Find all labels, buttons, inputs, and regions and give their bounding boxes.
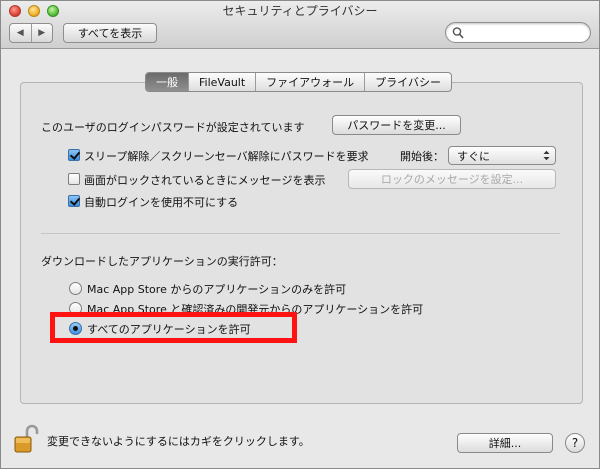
highlight-box (50, 312, 297, 343)
preferences-window: セキュリティとプライバシー ◀ ▶ すべてを表示 一般 FileVault ファ… (0, 0, 600, 469)
advanced-button[interactable]: 詳細... (457, 433, 553, 453)
show-message-label: 画面がロックされているときにメッセージを表示 (84, 174, 326, 187)
title-bar: セキュリティとプライバシー ◀ ▶ すべてを表示 (1, 1, 599, 49)
lock-instruction-text: 変更できないようにするにはカギをクリックします。 (47, 435, 310, 448)
back-forward-control: ◀ ▶ (9, 23, 53, 43)
disable-autologin-label: 自動ログインを使用不可にする (84, 196, 239, 209)
select-arrows-icon (543, 150, 550, 161)
tab-bar: 一般 FileVault ファイアウォール プライバシー (145, 72, 452, 92)
tab-privacy[interactable]: プライバシー (364, 73, 451, 91)
disable-autologin-checkbox[interactable] (68, 195, 80, 207)
help-button[interactable]: ? (565, 433, 585, 453)
unlocked-padlock-icon[interactable] (13, 424, 39, 454)
require-password-delay-select[interactable]: すぐに (448, 146, 556, 165)
show-message-checkbox[interactable] (68, 173, 80, 185)
require-password-after-label: 開始後： (400, 150, 444, 163)
change-password-button[interactable]: パスワードを変更... (332, 115, 461, 135)
tab-general[interactable]: 一般 (146, 73, 188, 91)
back-button[interactable]: ◀ (10, 24, 31, 42)
radio-app-store-only[interactable] (69, 282, 82, 295)
login-password-label: このユーザのログインパスワードが設定されています (41, 121, 305, 134)
search-icon (452, 27, 464, 39)
radio-app-store-only-label: Mac App Store からのアプリケーションのみを許可 (87, 283, 347, 296)
require-password-checkbox[interactable] (68, 149, 80, 161)
download-permission-heading: ダウンロードしたアプリケーションの実行許可： (41, 255, 283, 268)
tab-firewall[interactable]: ファイアウォール (255, 73, 364, 91)
show-all-button[interactable]: すべてを表示 (63, 23, 157, 43)
set-lock-message-button[interactable]: ロックのメッセージを設定... (348, 169, 556, 189)
tab-filevault[interactable]: FileVault (188, 73, 255, 91)
search-field[interactable] (445, 22, 591, 43)
section-divider (41, 233, 560, 234)
search-input[interactable] (466, 25, 584, 40)
require-password-label: スリープ解除／スクリーンセーバ解除にパスワードを要求 (84, 150, 369, 163)
require-password-delay-value: すぐに (457, 149, 490, 163)
window-title: セキュリティとプライバシー (222, 4, 378, 18)
forward-button[interactable]: ▶ (30, 24, 53, 42)
